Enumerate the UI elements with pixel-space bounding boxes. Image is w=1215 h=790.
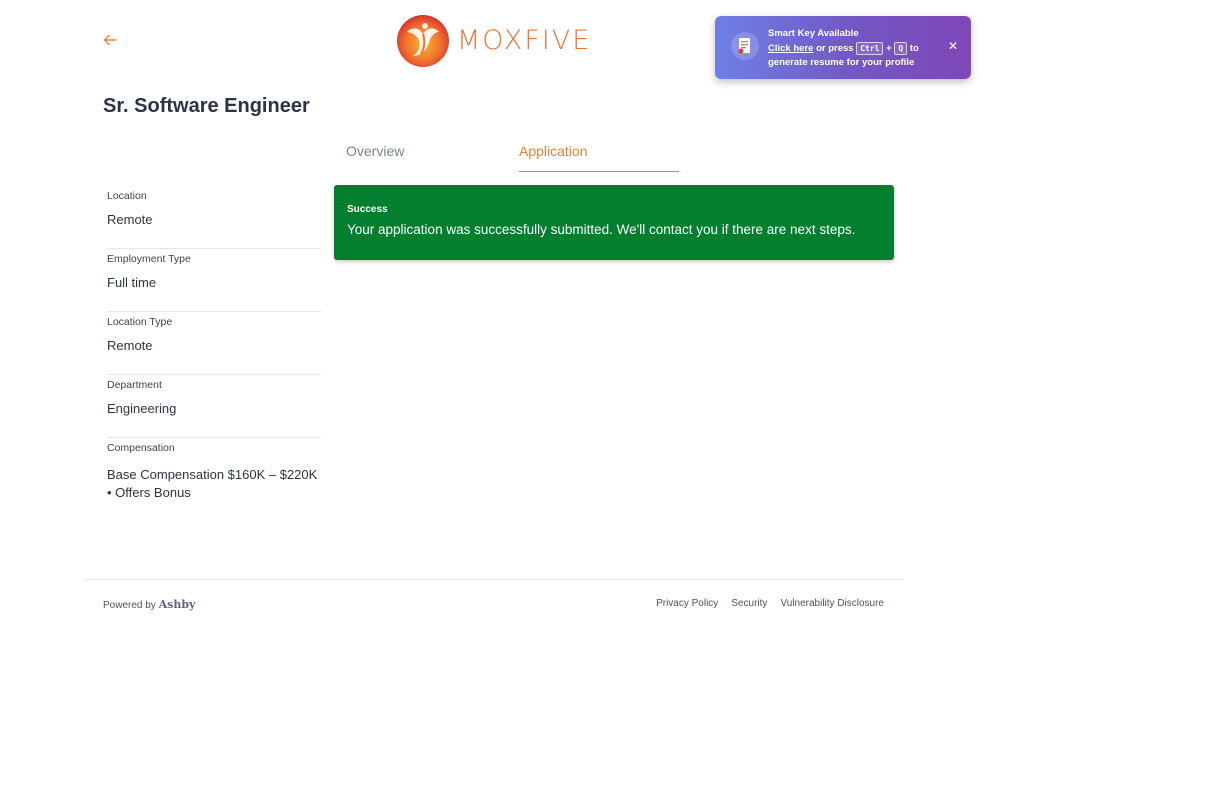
detail-label: Compensation — [107, 442, 175, 454]
smart-key-text: Smart Key Available Click here or press … — [768, 27, 919, 71]
footer-divider — [85, 579, 903, 580]
job-details-sidebar: Location Remote Employment Type Full tim… — [107, 186, 321, 501]
detail-value: Remote — [107, 212, 153, 227]
footer-links: Privacy Policy Security Vulnerability Di… — [656, 598, 884, 609]
smart-key-instruction: Click here or press Ctrl + Q to — [768, 41, 919, 57]
detail-location-type: Location Type Remote — [107, 312, 321, 375]
success-banner: Success Your application was successfull… — [334, 185, 894, 260]
powered-by: Powered by Ashby — [103, 598, 195, 611]
smart-key-popup: Smart Key Available Click here or press … — [715, 16, 971, 79]
detail-employment-type: Employment Type Full time — [107, 249, 321, 312]
smart-key-click-here-link[interactable]: Click here — [768, 43, 813, 54]
security-link[interactable]: Security — [731, 598, 767, 609]
detail-label: Department — [107, 379, 162, 391]
smart-key-press-text: or press — [816, 42, 854, 54]
page-title: Sr. Software Engineer — [103, 95, 310, 117]
resume-document-icon — [731, 32, 759, 60]
detail-label: Employment Type — [107, 253, 191, 265]
detail-value: Remote — [107, 338, 153, 353]
ashby-logo[interactable]: Ashby — [159, 598, 196, 611]
logo-wordmark: MOXFIVE — [457, 24, 592, 56]
q-key: Q — [894, 41, 908, 55]
powered-by-text: Powered by — [103, 600, 156, 611]
back-button[interactable] — [100, 30, 120, 50]
detail-value: Full time — [107, 275, 157, 290]
plus-sign: + — [886, 42, 892, 54]
tab-bar: Overview Application — [334, 138, 894, 172]
smart-key-description: generate resume for your profile — [768, 57, 915, 69]
detail-value: Base Compensation $160K – $220K • Offers… — [107, 467, 318, 500]
phoenix-logo-icon — [397, 15, 449, 67]
vulnerability-disclosure-link[interactable]: Vulnerability Disclosure — [780, 598, 884, 609]
company-logo[interactable]: MOXFIVE — [395, 12, 591, 68]
page: MOXFIVE Smart Key Available Click here o… — [0, 0, 1215, 790]
smart-key-title: Smart Key Available — [768, 28, 859, 39]
tab-application[interactable]: Application — [519, 138, 679, 172]
smart-key-to-text: to — [909, 42, 919, 54]
detail-label: Location Type — [107, 316, 173, 328]
detail-label: Location — [107, 190, 147, 202]
ctrl-key: Ctrl — [856, 41, 884, 55]
banner-title: Success — [347, 204, 388, 215]
detail-location: Location Remote — [107, 186, 321, 249]
privacy-policy-link[interactable]: Privacy Policy — [656, 598, 718, 609]
arrow-left-icon — [103, 34, 117, 46]
tab-overview[interactable]: Overview — [346, 138, 496, 172]
detail-value: Engineering — [107, 401, 177, 416]
detail-compensation: Compensation Base Compensation $160K – $… — [107, 438, 321, 501]
close-icon[interactable]: ✕ — [947, 40, 959, 52]
detail-department: Department Engineering — [107, 375, 321, 438]
banner-message: Your application was successfully submit… — [347, 222, 856, 237]
